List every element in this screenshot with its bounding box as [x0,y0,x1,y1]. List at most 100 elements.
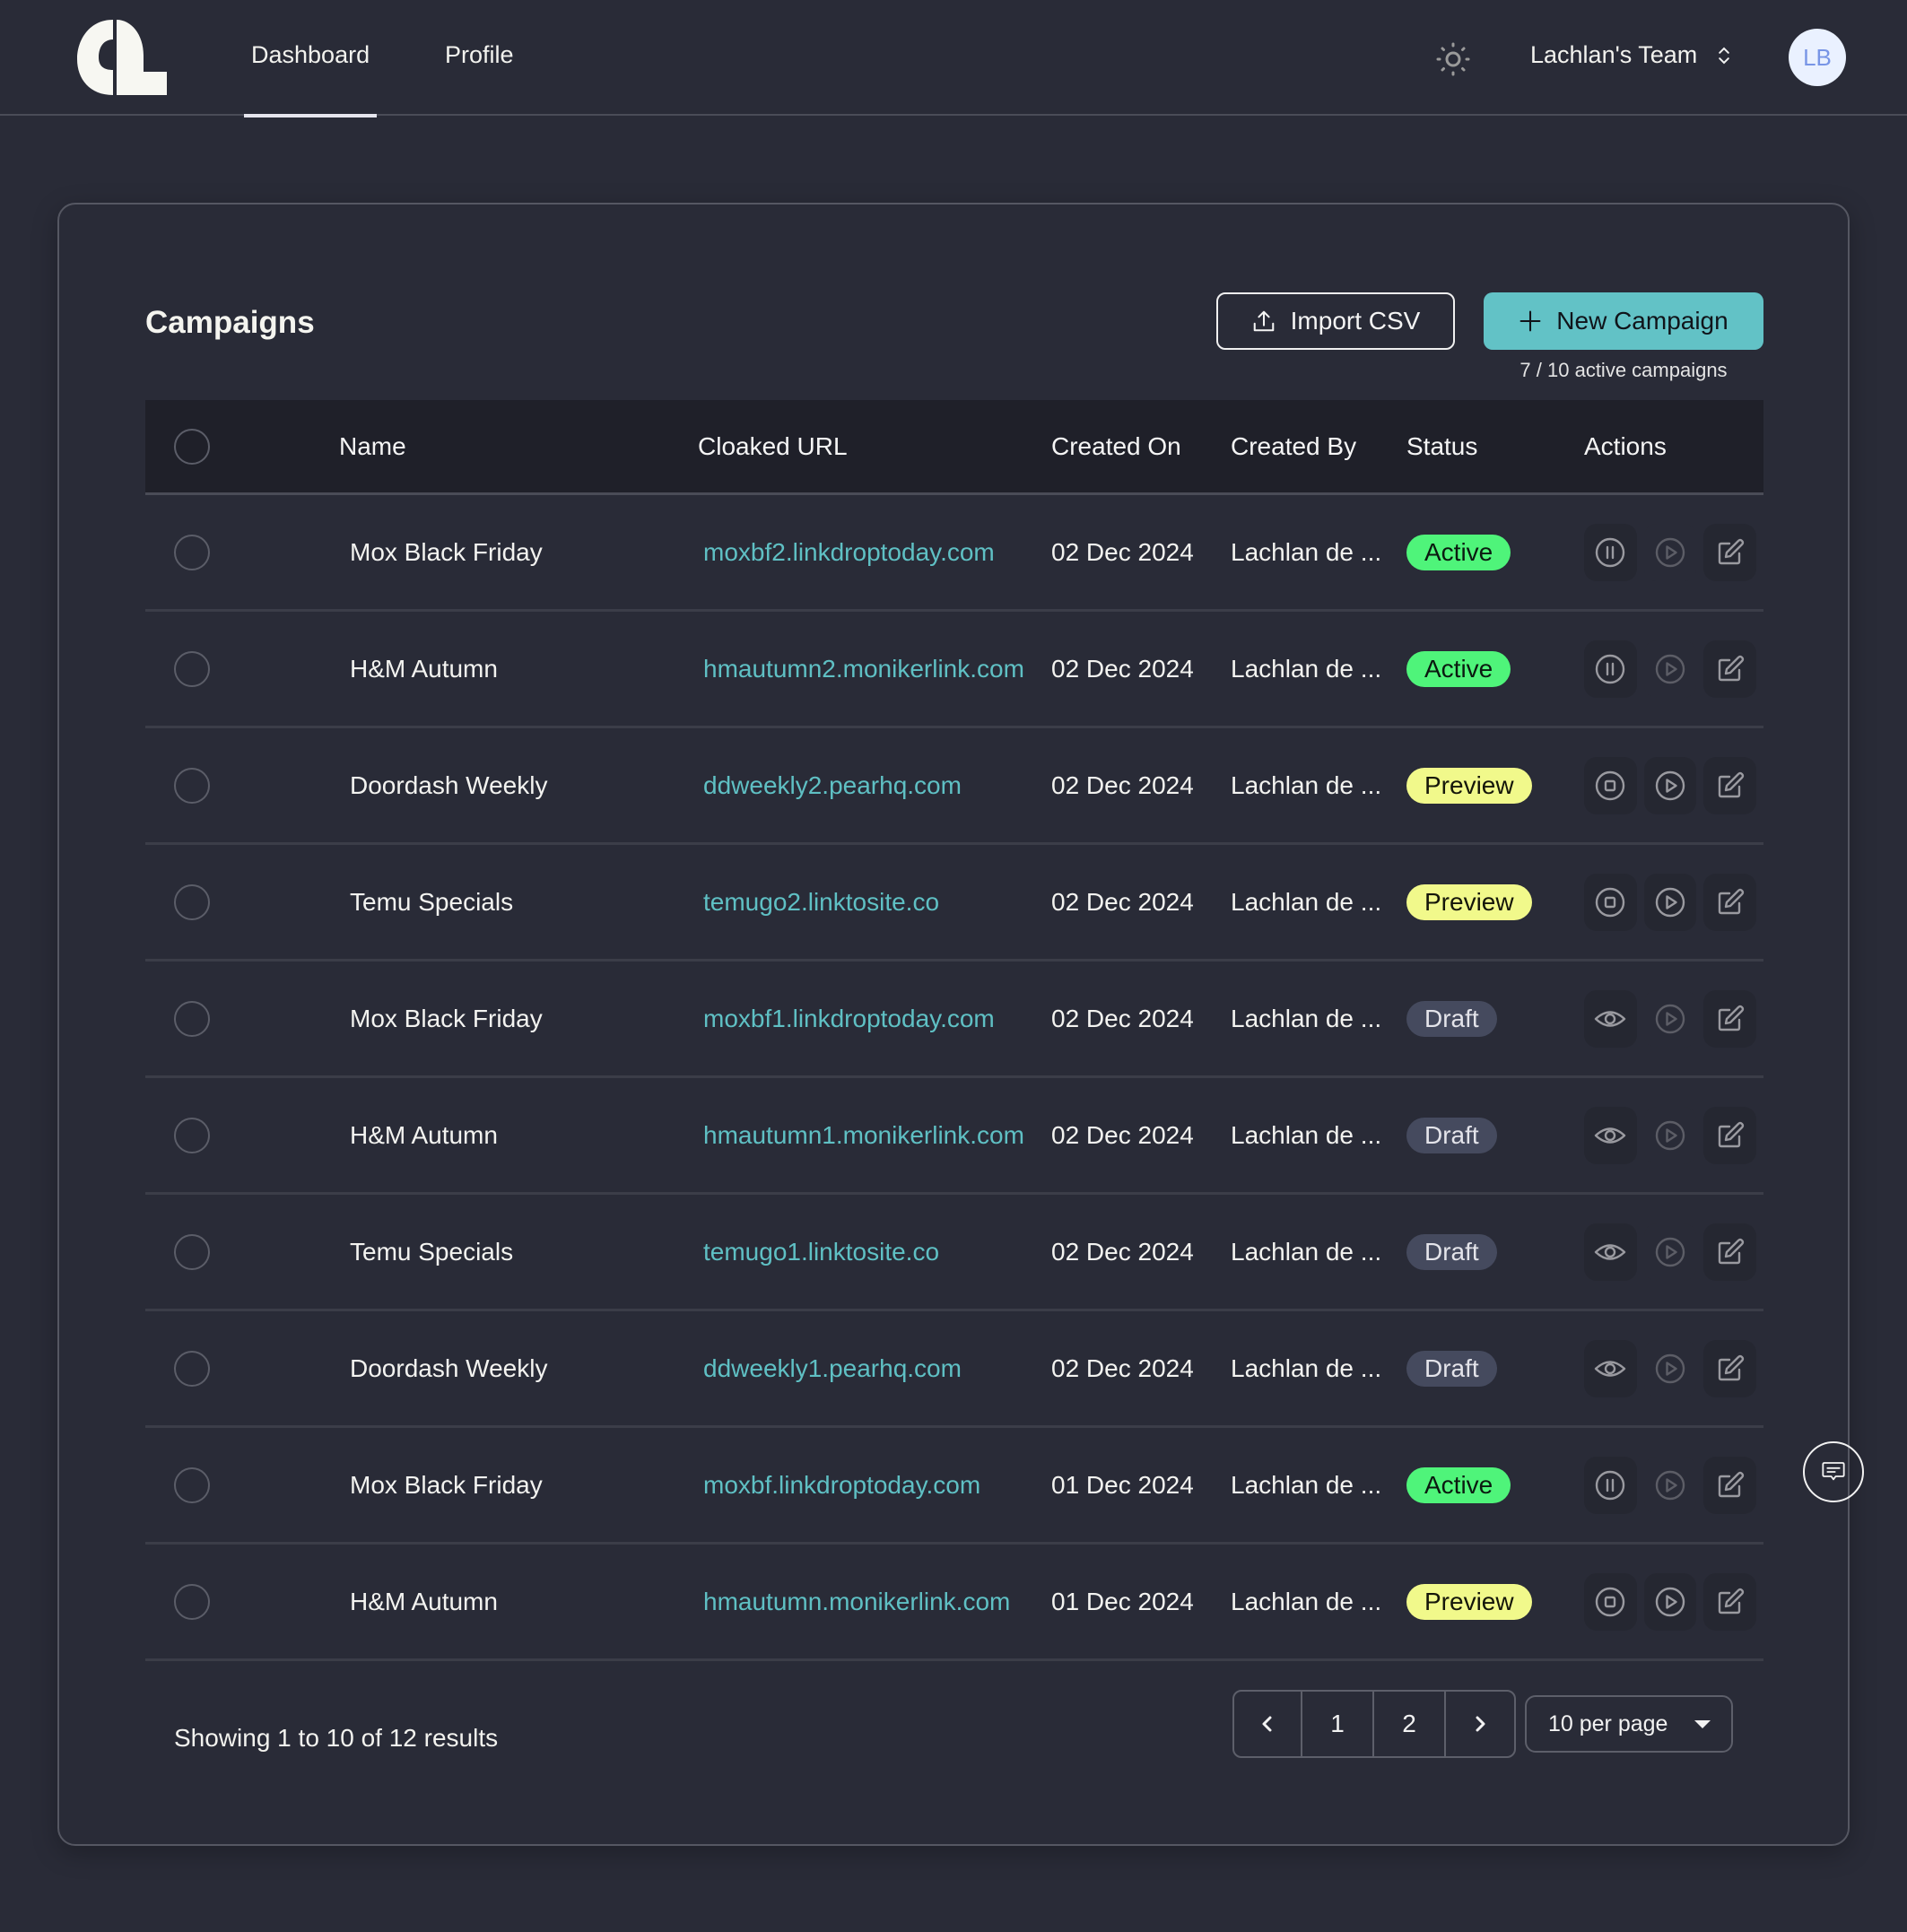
cloaked-url-link[interactable]: temugo1.linktosite.co [698,1238,939,1266]
play-action-button[interactable] [1643,1106,1697,1164]
edit-action-button[interactable] [1703,1106,1757,1164]
pause-action-button[interactable] [1584,1456,1637,1514]
per-page-select[interactable]: 10 per page [1525,1695,1733,1753]
table-row[interactable]: Temu Specials temugo1.linktosite.co 02 D… [145,1195,1763,1311]
column-header-status[interactable]: Status [1406,432,1584,461]
cloaked-url-link[interactable]: hmautumn2.monikerlink.com [698,655,1024,683]
table-row[interactable]: Mox Black Friday moxbf.linkdroptoday.com… [145,1428,1763,1545]
created-on: 02 Dec 2024 [1051,770,1194,799]
eye-action-button[interactable] [1584,1223,1637,1281]
select-all-checkbox[interactable] [174,428,210,465]
table-row[interactable]: H&M Autumn hmautumn2.monikerlink.com 02 … [145,612,1763,728]
row-checkbox[interactable] [174,534,210,570]
team-switcher[interactable]: Lachlan's Team [1530,41,1731,69]
row-checkbox[interactable] [174,1583,210,1620]
play-action-button[interactable] [1643,756,1697,814]
table-row[interactable]: Temu Specials temugo2.linktosite.co 02 D… [145,845,1763,962]
cloaked-url-link[interactable]: ddweekly2.pearhq.com [698,771,962,799]
edit-action-button[interactable] [1703,873,1757,931]
sun-icon [1436,42,1470,76]
created-by: Lachlan de ... [1231,1120,1382,1149]
edit-action-button[interactable] [1703,640,1757,698]
stop-action-button[interactable] [1584,756,1637,814]
new-campaign-label: New Campaign [1556,307,1728,335]
table-row[interactable]: H&M Autumn hmautumn1.monikerlink.com 02 … [145,1078,1763,1195]
created-by: Lachlan de ... [1231,1237,1382,1266]
chevron-up-down-icon [1719,47,1730,64]
created-by: Lachlan de ... [1231,770,1382,799]
chat-button[interactable] [1803,1441,1864,1502]
cloaked-url-link[interactable]: moxbf2.linkdroptoday.com [698,538,995,566]
row-checkbox[interactable] [174,1117,210,1153]
status-badge: Active [1406,650,1511,687]
play-icon [1655,1120,1685,1150]
edit-action-button[interactable] [1703,1572,1757,1631]
edit-action-button[interactable] [1703,1339,1757,1397]
play-action-button[interactable] [1643,873,1697,931]
row-checkbox[interactable] [174,1000,210,1037]
row-actions [1584,640,1763,698]
page-button-2[interactable]: 2 [1374,1692,1446,1756]
column-header-cloaked-url[interactable]: Cloaked URL [698,432,1051,461]
eye-icon [1595,1243,1626,1260]
theme-toggle-button[interactable] [1435,41,1471,77]
play-action-button[interactable] [1643,1572,1697,1631]
row-checkbox[interactable] [174,1233,210,1270]
next-page-button[interactable] [1446,1692,1514,1756]
eye-action-button[interactable] [1584,989,1637,1048]
pause-action-button[interactable] [1584,640,1637,698]
table-row[interactable]: Mox Black Friday moxbf1.linkdroptoday.co… [145,962,1763,1078]
status-badge: Draft [1406,1117,1497,1153]
cloaked-url-link[interactable]: hmautumn.monikerlink.com [698,1588,1010,1615]
column-header-created-on[interactable]: Created On [1051,432,1231,461]
edit-action-button[interactable] [1703,1456,1757,1514]
eye-action-button[interactable] [1584,1106,1637,1164]
cloaked-url-link[interactable]: moxbf1.linkdroptoday.com [698,1005,995,1032]
play-action-button[interactable] [1643,1456,1697,1514]
table-row[interactable]: Doordash Weekly ddweekly1.pearhq.com 02 … [145,1311,1763,1428]
stop-action-button[interactable] [1584,873,1637,931]
table-row[interactable]: Doordash Weekly ddweekly2.pearhq.com 02 … [145,728,1763,845]
import-csv-button[interactable]: Import CSV [1216,292,1455,350]
row-checkbox[interactable] [174,767,210,804]
row-checkbox[interactable] [174,883,210,920]
cloaked-url-link[interactable]: ddweekly1.pearhq.com [698,1354,962,1382]
edit-action-button[interactable] [1703,989,1757,1048]
user-avatar[interactable]: LB [1789,29,1846,86]
edit-action-button[interactable] [1703,1223,1757,1281]
pagination: 1 2 [1232,1690,1516,1758]
tab-profile[interactable]: Profile [445,41,514,116]
play-action-button[interactable] [1643,989,1697,1048]
table-row[interactable]: H&M Autumn hmautumn.monikerlink.com 01 D… [145,1545,1763,1661]
play-action-button[interactable] [1643,1339,1697,1397]
cloaked-url-link[interactable]: hmautumn1.monikerlink.com [698,1121,1024,1149]
row-checkbox[interactable] [174,650,210,687]
column-header-name[interactable]: Name [339,432,698,461]
stop-action-button[interactable] [1584,1572,1637,1631]
row-checkbox[interactable] [174,1466,210,1503]
edit-action-button[interactable] [1703,523,1757,581]
new-campaign-button[interactable]: New Campaign [1484,292,1763,350]
eye-action-button[interactable] [1584,1339,1637,1397]
table-row[interactable]: Mox Black Friday moxbf2.linkdroptoday.co… [145,495,1763,612]
play-action-button[interactable] [1643,523,1697,581]
status-badge: Preview [1406,883,1532,920]
created-by: Lachlan de ... [1231,1353,1382,1382]
row-checkbox[interactable] [174,1350,210,1387]
created-on: 02 Dec 2024 [1051,654,1194,683]
play-action-button[interactable] [1643,640,1697,698]
edit-action-button[interactable] [1703,756,1757,814]
created-on: 02 Dec 2024 [1051,1004,1194,1032]
cloaked-url-link[interactable]: temugo2.linktosite.co [698,888,939,916]
pause-icon [1596,654,1625,683]
page-button-1[interactable]: 1 [1302,1692,1374,1756]
tab-dashboard[interactable]: Dashboard [243,41,378,117]
status-badge: Preview [1406,767,1532,804]
cloaked-url-link[interactable]: moxbf.linkdroptoday.com [698,1471,980,1499]
created-on: 01 Dec 2024 [1051,1587,1194,1615]
play-action-button[interactable] [1643,1223,1697,1281]
previous-page-button[interactable] [1234,1692,1302,1756]
app-logo[interactable] [77,20,167,95]
pause-action-button[interactable] [1584,523,1637,581]
column-header-created-by[interactable]: Created By [1231,432,1406,461]
